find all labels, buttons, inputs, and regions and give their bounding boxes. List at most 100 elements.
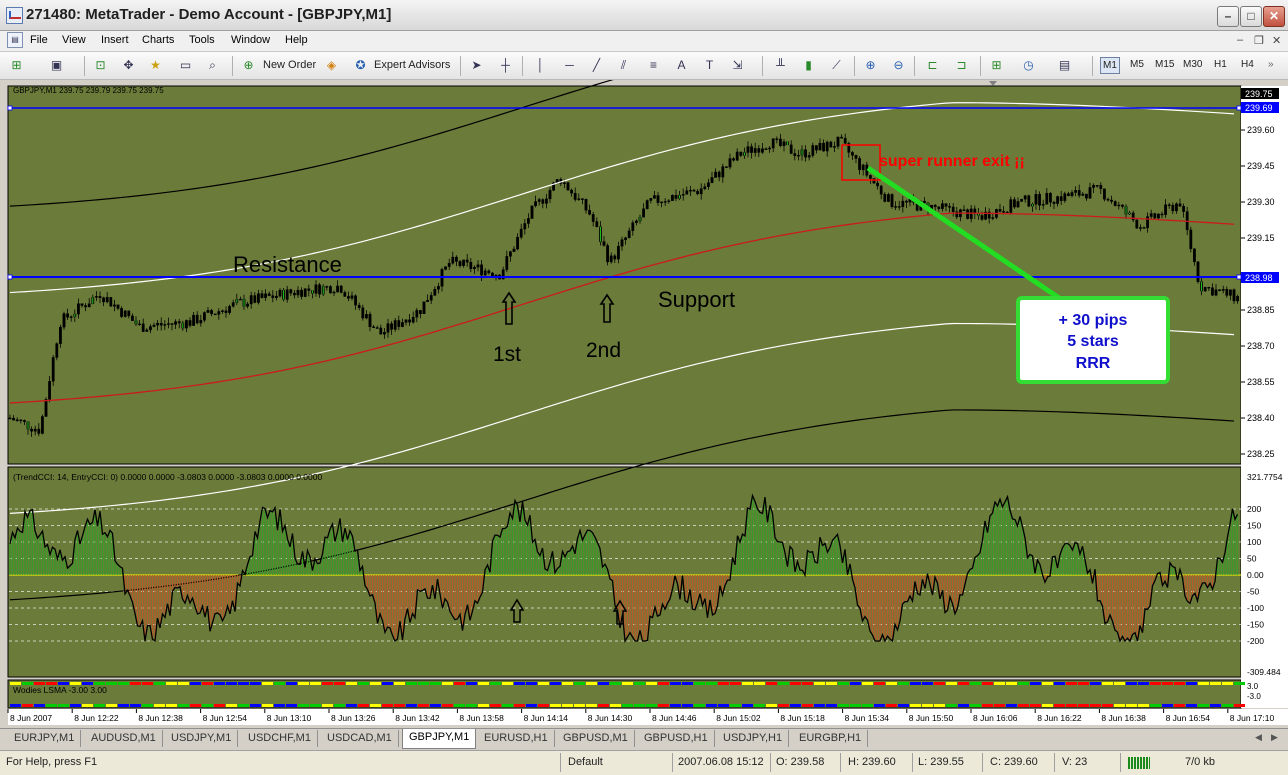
- trendline-icon[interactable]: ╱: [588, 57, 605, 74]
- candle-body: [138, 323, 141, 326]
- metaeditor-icon[interactable]: ◈: [323, 57, 340, 74]
- text-label-icon[interactable]: T: [701, 57, 718, 74]
- vertical-line-icon[interactable]: │: [532, 57, 549, 74]
- new-order-icon[interactable]: ⊕: [240, 57, 257, 74]
- candle-body: [231, 302, 235, 307]
- expert-advisors-icon[interactable]: ✪: [352, 57, 369, 74]
- line-chart-icon[interactable]: ⟋: [828, 57, 845, 74]
- periods-icon[interactable]: ◷: [1020, 57, 1037, 74]
- indicators-icon[interactable]: ⊞: [988, 57, 1005, 74]
- mdi-close-button[interactable]: ✕: [1272, 34, 1281, 47]
- tab-gbpjpy-m1[interactable]: GBPJPY,M1: [402, 729, 477, 749]
- expert-advisors-button[interactable]: Expert Advisors: [374, 56, 450, 75]
- chart-shift-marker[interactable]: [989, 81, 997, 86]
- horizontal-line-icon[interactable]: ─: [561, 57, 578, 74]
- timeframe-h4-button[interactable]: H4: [1241, 59, 1254, 70]
- lsma-segment-top: [850, 682, 861, 685]
- tab-scroll-right-icon[interactable]: ▶: [1271, 732, 1278, 743]
- chart-canvas[interactable]: 239.60 239.45 239.30 239.15 238.85 238.70 238.…: [0, 15, 1288, 728]
- new-order-button[interactable]: New Order: [263, 56, 316, 75]
- timeframe-m5-button[interactable]: M5: [1130, 59, 1144, 70]
- tab-usdjpy-m1[interactable]: USDJPY,M1: [165, 730, 239, 747]
- tab-audusd-m1[interactable]: AUDUSD,M1: [85, 730, 163, 747]
- line-handle[interactable]: [1236, 274, 1242, 280]
- tab-usdcad-m1[interactable]: USDCAD,M1: [321, 730, 399, 747]
- cci-level-label: 150: [1247, 521, 1261, 531]
- favorites-icon[interactable]: ★: [147, 57, 164, 74]
- toolbar: ⊞ ▣ ⊡ ✥ ★ ▭ ⌕ ⊕ New Order ◈ ✪ Expert Adv…: [0, 52, 1288, 80]
- tab-gbpusd-m1[interactable]: GBPUSD,M1: [557, 730, 635, 747]
- mdi-restore-button[interactable]: ❐: [1254, 34, 1264, 47]
- equidistant-channel-icon[interactable]: ⫽: [615, 57, 632, 74]
- candle-body: [257, 293, 260, 303]
- navigator-icon[interactable]: ✥: [120, 57, 137, 74]
- timeframe-m1-button[interactable]: M1: [1100, 57, 1120, 74]
- line-handle[interactable]: [7, 105, 13, 111]
- tab-eurgbp-h1[interactable]: EURGBP,H1: [793, 730, 869, 747]
- menu-tools[interactable]: Tools: [189, 34, 215, 46]
- text-icon[interactable]: A: [673, 57, 690, 74]
- lsma-segment-top: [610, 682, 621, 685]
- line-handle[interactable]: [7, 274, 13, 280]
- chart-window[interactable]: 239.60 239.45 239.30 239.15 238.85 238.70 238.…: [0, 15, 1288, 728]
- tab-gbpusd-h1[interactable]: GBPUSD,H1: [638, 730, 715, 747]
- candle-body: [1167, 204, 1171, 206]
- fibonacci-icon[interactable]: ≡: [645, 57, 662, 74]
- menu-insert[interactable]: Insert: [101, 34, 129, 46]
- profiles-icon[interactable]: ▣: [48, 57, 65, 74]
- candle-body: [307, 288, 311, 291]
- top-line-price-label: 239.69: [1245, 103, 1273, 113]
- tab-usdchf-m1[interactable]: USDCHF,M1: [242, 730, 318, 747]
- timeframe-h1-button[interactable]: H1: [1214, 59, 1227, 70]
- lsma-segment-top: [502, 682, 513, 685]
- menu-help[interactable]: Help: [285, 34, 308, 46]
- arrows-icon[interactable]: ⇲: [729, 57, 746, 74]
- candle-body: [710, 177, 714, 183]
- candle-body: [858, 158, 862, 171]
- lsma-segment-top: [970, 682, 981, 685]
- zoom-in-icon[interactable]: ⊕: [862, 57, 879, 74]
- maximize-button[interactable]: □: [1240, 6, 1262, 27]
- chart-shift-icon[interactable]: ⊐: [953, 57, 970, 74]
- tab-eurjpy-m1[interactable]: EURJPY,M1: [8, 730, 82, 747]
- connection-status-icon[interactable]: [1128, 757, 1150, 769]
- new-chart-icon[interactable]: ⊞: [8, 57, 25, 74]
- crosshair-icon[interactable]: ┼: [497, 57, 514, 74]
- candle-body: [419, 310, 422, 314]
- lsma-segment-bottom: [70, 704, 81, 707]
- tab-scroll-left-icon[interactable]: ◀: [1255, 732, 1262, 743]
- candle-body: [591, 214, 595, 222]
- candlestick-chart-icon[interactable]: ▮: [800, 57, 817, 74]
- menu-file[interactable]: File: [30, 34, 48, 46]
- candle-body: [581, 198, 584, 200]
- candle-body: [217, 311, 221, 315]
- menu-window[interactable]: Window: [231, 34, 270, 46]
- candle-body: [649, 198, 653, 201]
- candle-body: [609, 255, 613, 263]
- menu-view[interactable]: View: [62, 34, 86, 46]
- cci-pane[interactable]: [7, 466, 1242, 678]
- cursor-icon[interactable]: ➤: [468, 57, 485, 74]
- market-watch-icon[interactable]: ⊡: [92, 57, 109, 74]
- templates-icon[interactable]: ▤: [1056, 57, 1073, 74]
- bar-chart-icon[interactable]: ╨: [772, 57, 789, 74]
- candle-body: [379, 327, 383, 335]
- line-handle[interactable]: [1236, 105, 1242, 111]
- timeframe-m30-button[interactable]: M30: [1183, 59, 1202, 70]
- candle-body: [285, 289, 289, 300]
- menu-charts[interactable]: Charts: [142, 34, 174, 46]
- minimize-button[interactable]: –: [1217, 6, 1239, 27]
- toolbar-more-icon[interactable]: »: [1268, 59, 1274, 70]
- document-icon[interactable]: ▤: [7, 32, 23, 48]
- close-button[interactable]: ✕: [1263, 6, 1285, 27]
- strategy-tester-icon[interactable]: ⌕: [204, 57, 221, 74]
- tab-usdjpy-h1[interactable]: USDJPY,H1: [717, 730, 790, 747]
- auto-scroll-icon[interactable]: ⊏: [924, 57, 941, 74]
- mdi-minimize-button[interactable]: –: [1237, 34, 1243, 46]
- lsma-segment-top: [178, 682, 189, 685]
- terminal-icon[interactable]: ▭: [177, 57, 194, 74]
- candle-body: [1171, 205, 1175, 212]
- tab-eurusd-h1[interactable]: EURUSD,H1: [478, 730, 555, 747]
- timeframe-m15-button[interactable]: M15: [1155, 59, 1174, 70]
- zoom-out-icon[interactable]: ⊖: [890, 57, 907, 74]
